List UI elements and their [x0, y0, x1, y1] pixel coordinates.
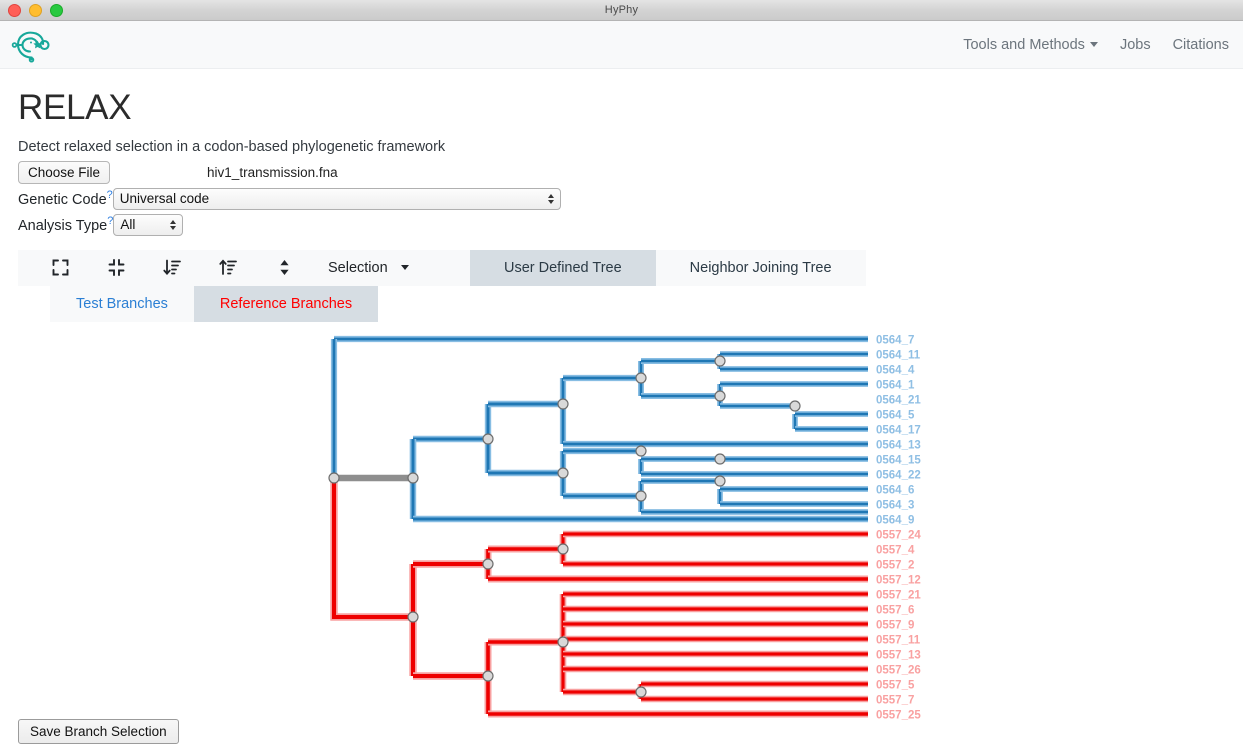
tree-tip-label[interactable]: 0557_13	[876, 649, 921, 661]
tree-toolbar-area: Selection User Defined Tree Neighbor Joi…	[18, 249, 1225, 286]
nav-links: Tools and Methods Jobs Citations	[963, 37, 1229, 53]
node-red-e[interactable]	[635, 685, 647, 698]
choose-file-button[interactable]: Choose File	[18, 160, 111, 184]
page-title: RELAX	[18, 88, 132, 127]
page-subtitle: Detect relaxed selection in a codon-base…	[18, 138, 446, 155]
tree-tip-label[interactable]: 0564_21	[876, 394, 921, 406]
window-title: HyPhy	[604, 4, 639, 16]
node-blue-j[interactable]	[635, 489, 647, 502]
root-node[interactable]	[328, 471, 340, 484]
genetic-code-select-wrap: Universal code	[112, 187, 561, 210]
tree-canvas[interactable]: 0564_7 0564_11 0564_4 0564_1 0564_21 0564_5 05…	[0, 328, 1243, 732]
nav-jobs[interactable]: Jobs	[1120, 37, 1151, 53]
tree-branch[interactable]	[332, 477, 413, 619]
tree-tip-label[interactable]: 0557_7	[876, 694, 914, 706]
tree-tip-label[interactable]: 0557_5	[876, 679, 915, 691]
tree-tip-label[interactable]: 0564_9	[876, 514, 914, 526]
analysis-type-label-text: Analysis Type	[18, 217, 108, 234]
tree-tip-label[interactable]: 0557_24	[876, 529, 921, 541]
node-blue-a[interactable]	[482, 432, 494, 445]
sort-ascending-icon[interactable]	[200, 250, 256, 286]
page-content: RELAX Detect relaxed selection in a codo…	[0, 88, 1243, 322]
tree-tip-label[interactable]: 0557_4	[876, 544, 915, 556]
tree-tip-label[interactable]: 0564_15	[876, 454, 921, 466]
tree-branch-halo	[330, 477, 413, 621]
navbar: Tools and Methods Jobs Citations	[0, 21, 1243, 69]
selection-dropdown[interactable]: Selection	[328, 260, 409, 276]
node-blue-k[interactable]	[714, 474, 726, 487]
node-blue-g[interactable]	[557, 466, 569, 479]
node-blue-c[interactable]	[635, 371, 647, 384]
analysis-type-select-wrap: All	[113, 213, 184, 236]
node-blue-e[interactable]	[714, 389, 726, 402]
node-red-c[interactable]	[482, 669, 494, 682]
tree-toolbar: Selection	[18, 249, 470, 286]
node-blue-i[interactable]	[714, 452, 726, 465]
tree-tip-label[interactable]: 0557_2	[876, 559, 914, 571]
chevron-down-icon	[1089, 42, 1098, 47]
tree-tip-label[interactable]: 0564_17	[876, 424, 921, 436]
tree-tip-label[interactable]: 0557_21	[876, 589, 921, 601]
tree-tip-label[interactable]: 0557_26	[876, 664, 921, 676]
tree-tip-label[interactable]: 0564_13	[876, 439, 921, 451]
analysis-type-row: Analysis Type? All	[18, 213, 1225, 236]
phylogenetic-tree[interactable]: 0564_7 0564_11 0564_4 0564_1 0564_21 0564_5 05…	[0, 328, 1243, 732]
tab-neighbor-joining-tree[interactable]: Neighbor Joining Tree	[655, 249, 866, 286]
genetic-code-select[interactable]: Universal code	[112, 187, 561, 210]
tree-tip-label[interactable]: 0557_6	[876, 604, 914, 616]
tree-tip-label[interactable]: 0557_12	[876, 574, 921, 586]
tree-tip-label[interactable]: 0557_9	[876, 619, 914, 631]
file-input-row: Choose File hiv1_transmission.fna	[18, 160, 1225, 184]
selected-filename: hiv1_transmission.fna	[207, 164, 338, 180]
tree-tip-label[interactable]: 0564_1	[876, 379, 915, 391]
window-title-bar: HyPhy	[0, 0, 1243, 21]
compress-icon[interactable]	[88, 250, 144, 286]
genetic-code-row: Genetic Code? Universal code	[18, 187, 1225, 210]
nav-tools-and-methods-label: Tools and Methods	[963, 36, 1085, 53]
expand-icon[interactable]	[32, 250, 88, 286]
tab-test-branches[interactable]: Test Branches	[50, 285, 194, 322]
node-red-d[interactable]	[557, 635, 569, 648]
tab-reference-branches[interactable]: Reference Branches	[193, 285, 379, 322]
genetic-code-label: Genetic Code?	[18, 189, 113, 208]
branch-selection-tabs: Test Branches Reference Branches	[50, 285, 1225, 322]
hyphy-logo-icon[interactable]	[10, 27, 54, 63]
tree-tip-label[interactable]: 0557_11	[876, 634, 921, 646]
node-blue-root[interactable]	[407, 471, 419, 484]
tree-tip-label[interactable]: 0564_5	[876, 409, 915, 421]
analysis-type-label: Analysis Type?	[18, 215, 113, 234]
genetic-code-label-text: Genetic Code	[18, 191, 107, 208]
tree-tip-label[interactable]: 0564_22	[876, 469, 921, 481]
analysis-type-select[interactable]: All	[113, 213, 184, 236]
tree-tip-label[interactable]: 0564_7	[876, 334, 914, 346]
tree-tip-label[interactable]: 0564_4	[876, 364, 915, 376]
node-blue-h[interactable]	[635, 444, 647, 457]
node-blue-f[interactable]	[789, 399, 801, 412]
tab-user-defined-tree[interactable]: User Defined Tree	[470, 249, 656, 286]
node-red-a[interactable]	[482, 557, 494, 570]
nav-tools-and-methods[interactable]: Tools and Methods	[963, 37, 1098, 53]
save-branch-selection-button[interactable]: Save Branch Selection	[18, 719, 179, 744]
footer: Save Branch Selection	[18, 719, 179, 744]
nav-citations[interactable]: Citations	[1173, 37, 1229, 53]
vertical-spacing-icon[interactable]	[256, 250, 312, 286]
node-blue-b[interactable]	[557, 397, 569, 410]
tree-source-tabs: User Defined Tree Neighbor Joining Tree	[470, 249, 866, 286]
tree-tip-label[interactable]: 0557_25	[876, 709, 921, 721]
chevron-down-icon	[400, 265, 409, 270]
tree-tip-label[interactable]: 0564_11	[876, 349, 921, 361]
sort-descending-icon[interactable]	[144, 250, 200, 286]
tree-tip-label[interactable]: 0564_3	[876, 499, 914, 511]
node-blue-d[interactable]	[714, 354, 726, 367]
node-red-b[interactable]	[557, 542, 569, 555]
selection-dropdown-label: Selection	[328, 259, 388, 276]
node-red-root[interactable]	[407, 610, 419, 623]
tree-tip-label[interactable]: 0564_6	[876, 484, 914, 496]
